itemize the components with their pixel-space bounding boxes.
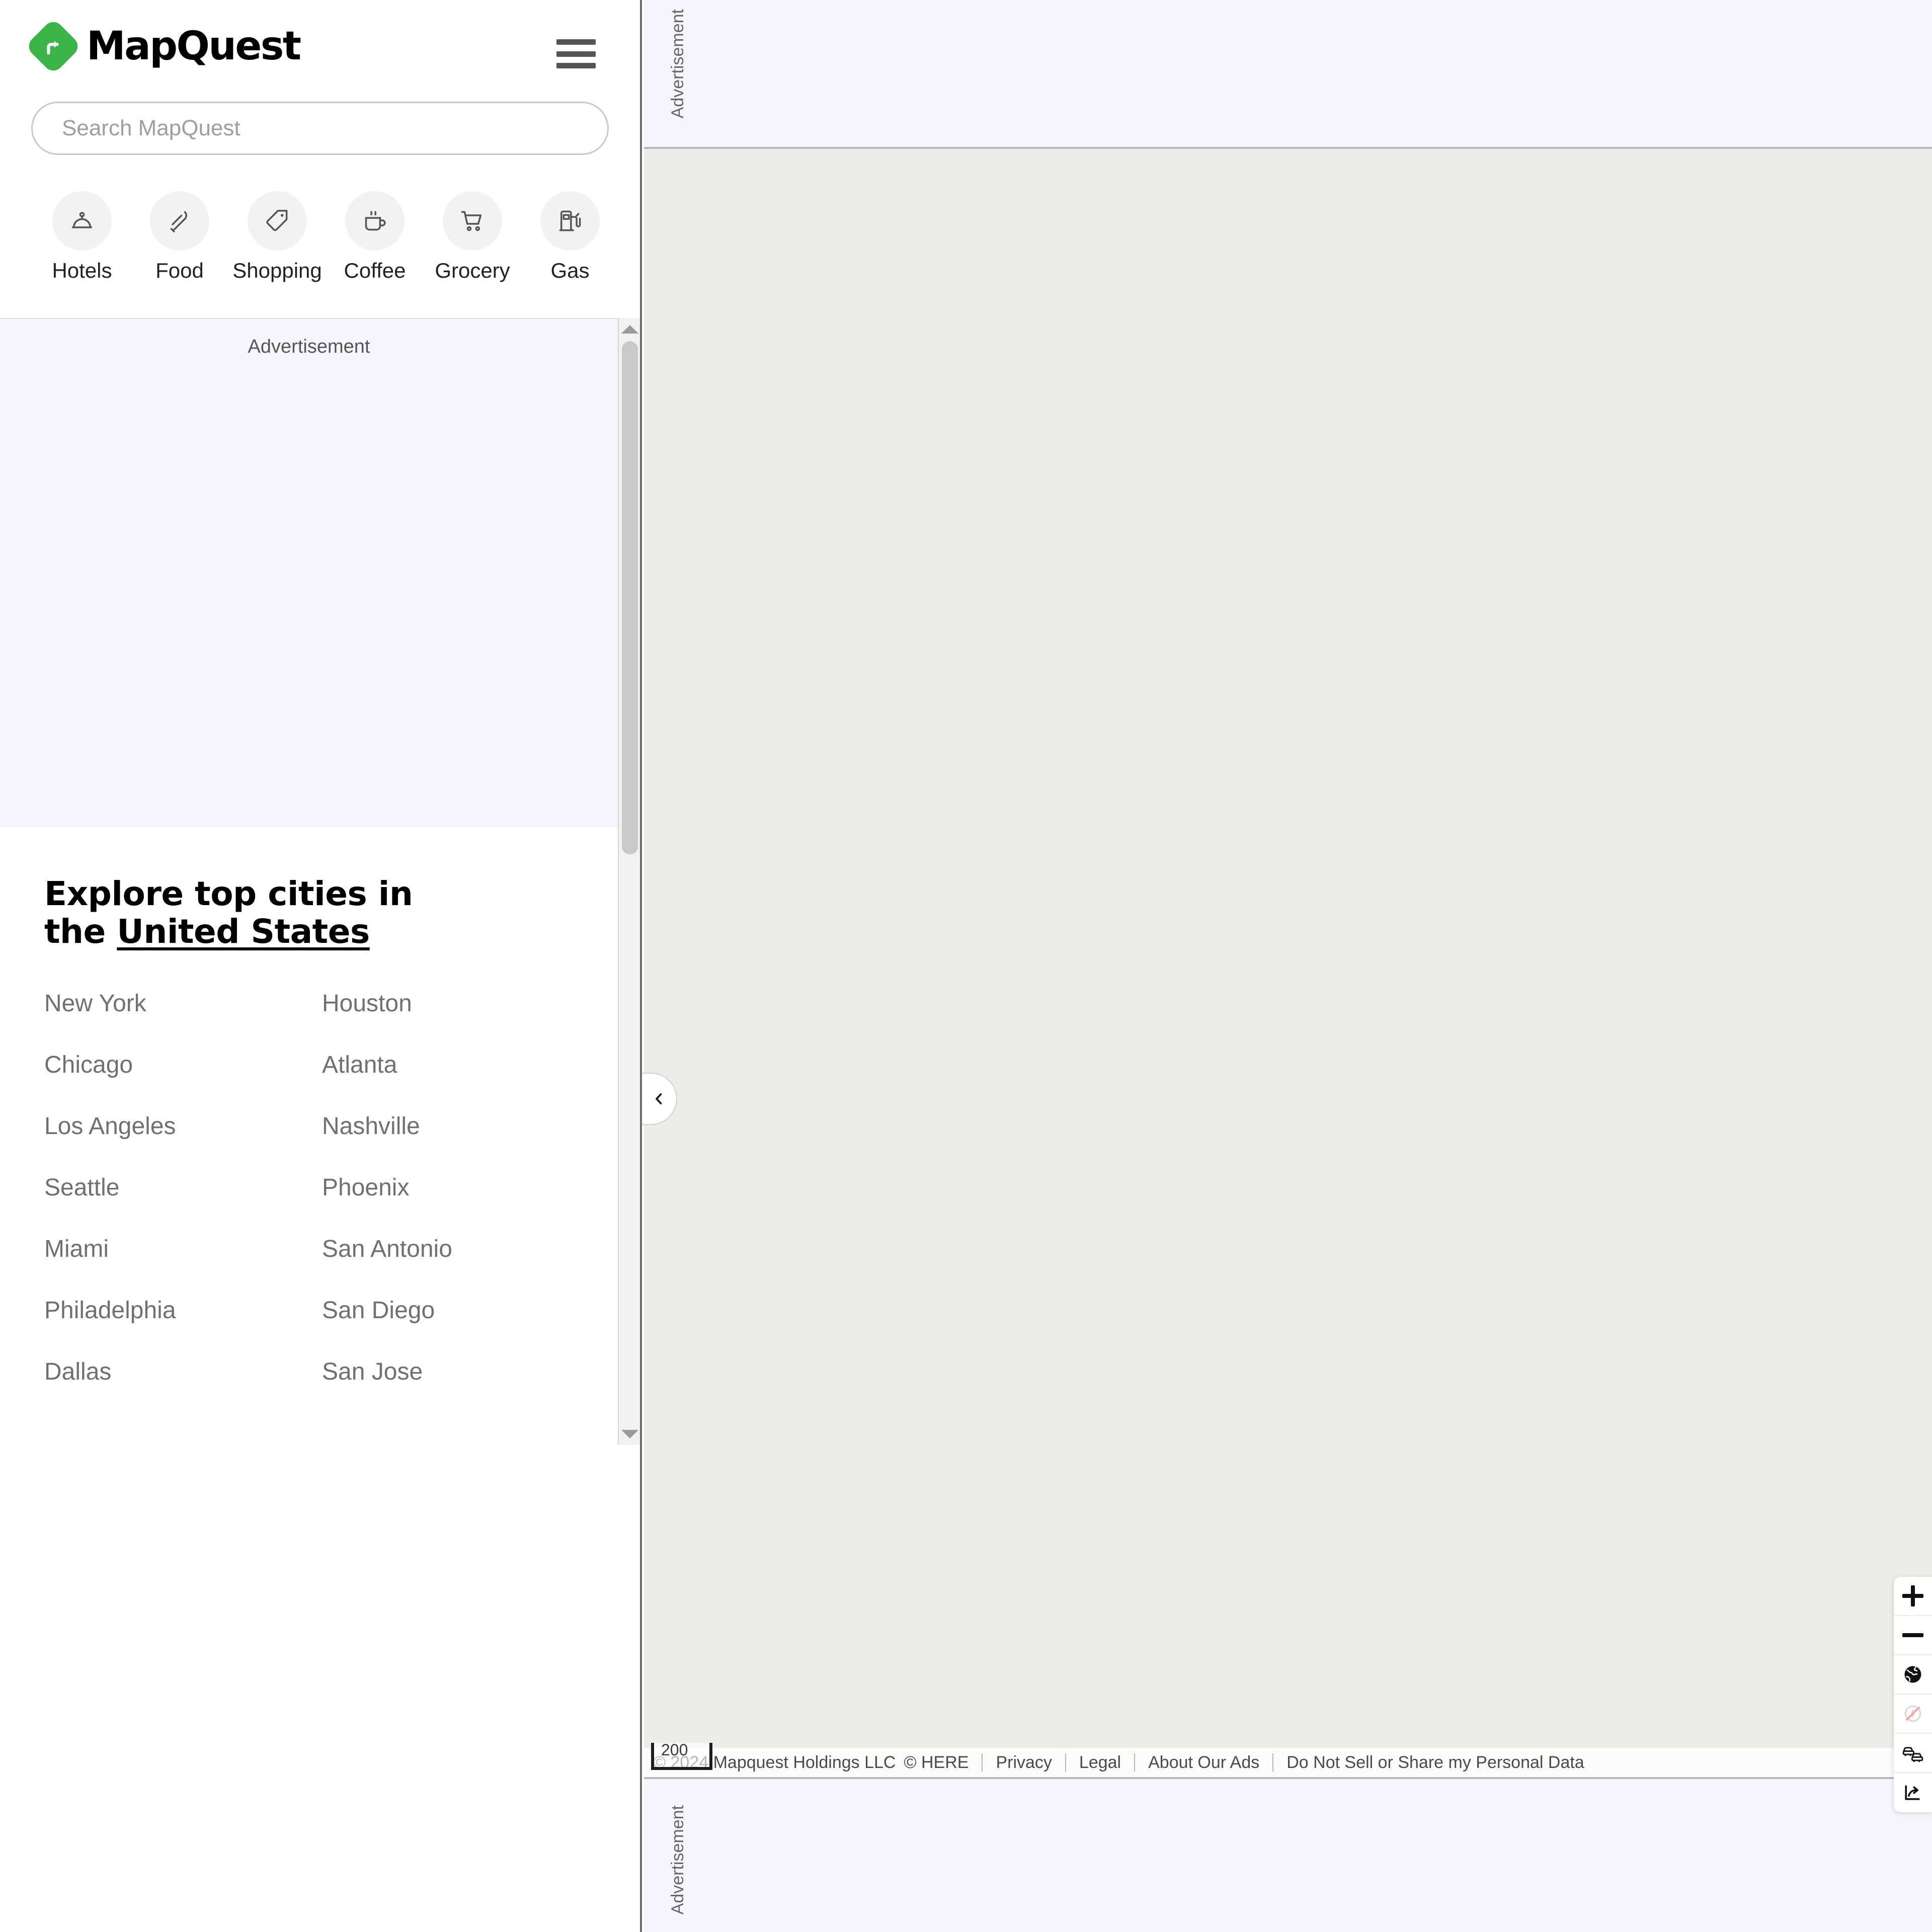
traffic-button[interactable] — [1894, 1734, 1932, 1773]
category-hotels[interactable]: Hotels — [33, 191, 131, 283]
collapse-sidebar-button[interactable] — [642, 1073, 677, 1125]
fork-knife-icon — [150, 191, 209, 251]
traffic-cars-icon — [1902, 1747, 1923, 1762]
mapquest-logo[interactable]: MapQuest — [25, 18, 301, 75]
bottom-advertisement: Advertisement — [644, 1777, 1932, 1932]
divider — [982, 1753, 983, 1772]
search-box — [31, 102, 609, 155]
privacy-link[interactable]: Privacy — [996, 1753, 1052, 1773]
zoom-in-button[interactable] — [1894, 1577, 1932, 1616]
map-scale-bar: 200 — [651, 1741, 712, 1770]
category-label: Shopping — [232, 259, 322, 282]
do-not-sell-link[interactable]: Do Not Sell or Share my Personal Data — [1286, 1753, 1584, 1773]
sidebar-scrollbar[interactable] — [618, 318, 640, 1445]
category-label: Grocery — [435, 259, 510, 282]
top-advertisement-label-wrap: Advertisement — [668, 0, 688, 147]
zoom-out-button[interactable] — [1894, 1616, 1932, 1655]
explore-cities-section: Explore top cities in the United States … — [0, 830, 618, 1420]
compass-disabled-icon — [1904, 1705, 1921, 1722]
city-link[interactable]: Phoenix — [322, 1174, 600, 1201]
map-pane: Advertisement 200 © 2024 Mapquest Holdin… — [642, 0, 1932, 1932]
bottom-advertisement-label-wrap: Advertisement — [668, 1779, 688, 1932]
category-label: Hotels — [52, 259, 112, 282]
city-link[interactable]: Miami — [44, 1235, 322, 1263]
category-shopping[interactable]: Shopping — [228, 191, 326, 283]
plus-icon-vertical — [1911, 1585, 1915, 1606]
city-link[interactable]: San Antonio — [322, 1235, 600, 1263]
divider — [1065, 1753, 1066, 1772]
scrollbar-thumb[interactable] — [622, 341, 638, 854]
hotel-bell-icon — [52, 191, 112, 251]
sidebar-advertisement: Advertisement — [0, 319, 618, 827]
logo-wordmark: MapQuest — [87, 24, 301, 69]
city-link[interactable]: New York — [44, 990, 322, 1017]
divider — [1272, 1753, 1274, 1772]
top-advertisement: Advertisement — [644, 0, 1932, 149]
cities-columns: New York Chicago Los Angeles Seattle Mia… — [44, 990, 618, 1419]
city-link[interactable]: Los Angeles — [44, 1112, 322, 1140]
explore-cities-title: Explore top cities in the United States — [44, 875, 457, 950]
category-label: Coffee — [344, 259, 406, 282]
map-attribution-bar: © 2024 Mapquest Holdings LLC © HERE Priv… — [644, 1748, 1932, 1777]
about-our-ads-link[interactable]: About Our Ads — [1148, 1753, 1259, 1773]
share-icon — [1905, 1785, 1920, 1800]
legal-link[interactable]: Legal — [1079, 1753, 1121, 1773]
category-chips: Hotels Food Shopping Coffee Grocery Gas — [33, 191, 619, 283]
cities-column-right: Houston Atlanta Nashville Phoenix San An… — [322, 990, 600, 1419]
share-button[interactable] — [1894, 1773, 1932, 1812]
mapquest-app: MapQuest Search MapQuest Hotels Food Sho… — [0, 0, 1932, 1932]
minus-icon — [1902, 1633, 1923, 1637]
category-label: Food — [155, 259, 204, 282]
city-link[interactable]: Atlanta — [322, 1051, 600, 1079]
sidebar-header: MapQuest Search MapQuest Hotels Food Sho… — [0, 0, 640, 317]
advertisement-label: Advertisement — [668, 1805, 687, 1915]
divider — [1134, 1753, 1136, 1772]
coffee-cup-icon — [345, 191, 405, 251]
city-link[interactable]: San Diego — [322, 1297, 600, 1324]
city-link[interactable]: Philadelphia — [44, 1297, 322, 1324]
cities-column-left: New York Chicago Los Angeles Seattle Mia… — [44, 990, 322, 1419]
sidebar: MapQuest Search MapQuest Hotels Food Sho… — [0, 0, 642, 1932]
united-states-link[interactable]: United States — [117, 912, 370, 951]
chevron-left-icon — [656, 1093, 662, 1105]
category-gas[interactable]: Gas — [521, 191, 619, 283]
price-tag-icon — [248, 191, 307, 251]
city-link[interactable]: Seattle — [44, 1174, 322, 1201]
globe-icon — [1904, 1666, 1921, 1683]
map-type-button[interactable] — [1894, 1655, 1932, 1695]
advertisement-label: Advertisement — [668, 9, 687, 119]
city-link[interactable]: Chicago — [44, 1051, 322, 1079]
gas-pump-icon — [540, 191, 600, 251]
compass-button[interactable] — [1894, 1695, 1932, 1734]
city-link[interactable]: Houston — [322, 990, 600, 1017]
shopping-cart-icon — [443, 191, 502, 251]
map-controls — [1894, 1577, 1932, 1812]
city-link[interactable]: Dallas — [44, 1358, 322, 1386]
hamburger-menu-icon[interactable] — [556, 39, 596, 68]
scroll-up-arrow-icon[interactable] — [619, 318, 640, 340]
category-coffee[interactable]: Coffee — [326, 191, 424, 283]
scroll-down-arrow-icon[interactable] — [619, 1423, 640, 1445]
search-input[interactable] — [31, 102, 609, 155]
category-grocery[interactable]: Grocery — [424, 191, 521, 283]
city-link[interactable]: Nashville — [322, 1112, 600, 1140]
category-label: Gas — [550, 259, 590, 282]
category-food[interactable]: Food — [131, 191, 228, 283]
mapquest-turn-arrow-icon — [25, 18, 82, 75]
map-canvas[interactable]: 200 © 2024 Mapquest Holdings LLC © HERE … — [642, 151, 1932, 1812]
advertisement-label: Advertisement — [248, 336, 370, 357]
map-scale-value: 200 — [661, 1741, 688, 1759]
city-link[interactable]: San Jose — [322, 1358, 600, 1386]
sidebar-scroll-area: Advertisement Explore top cities in the … — [0, 318, 640, 1445]
data-provider-text: © HERE — [904, 1752, 969, 1772]
